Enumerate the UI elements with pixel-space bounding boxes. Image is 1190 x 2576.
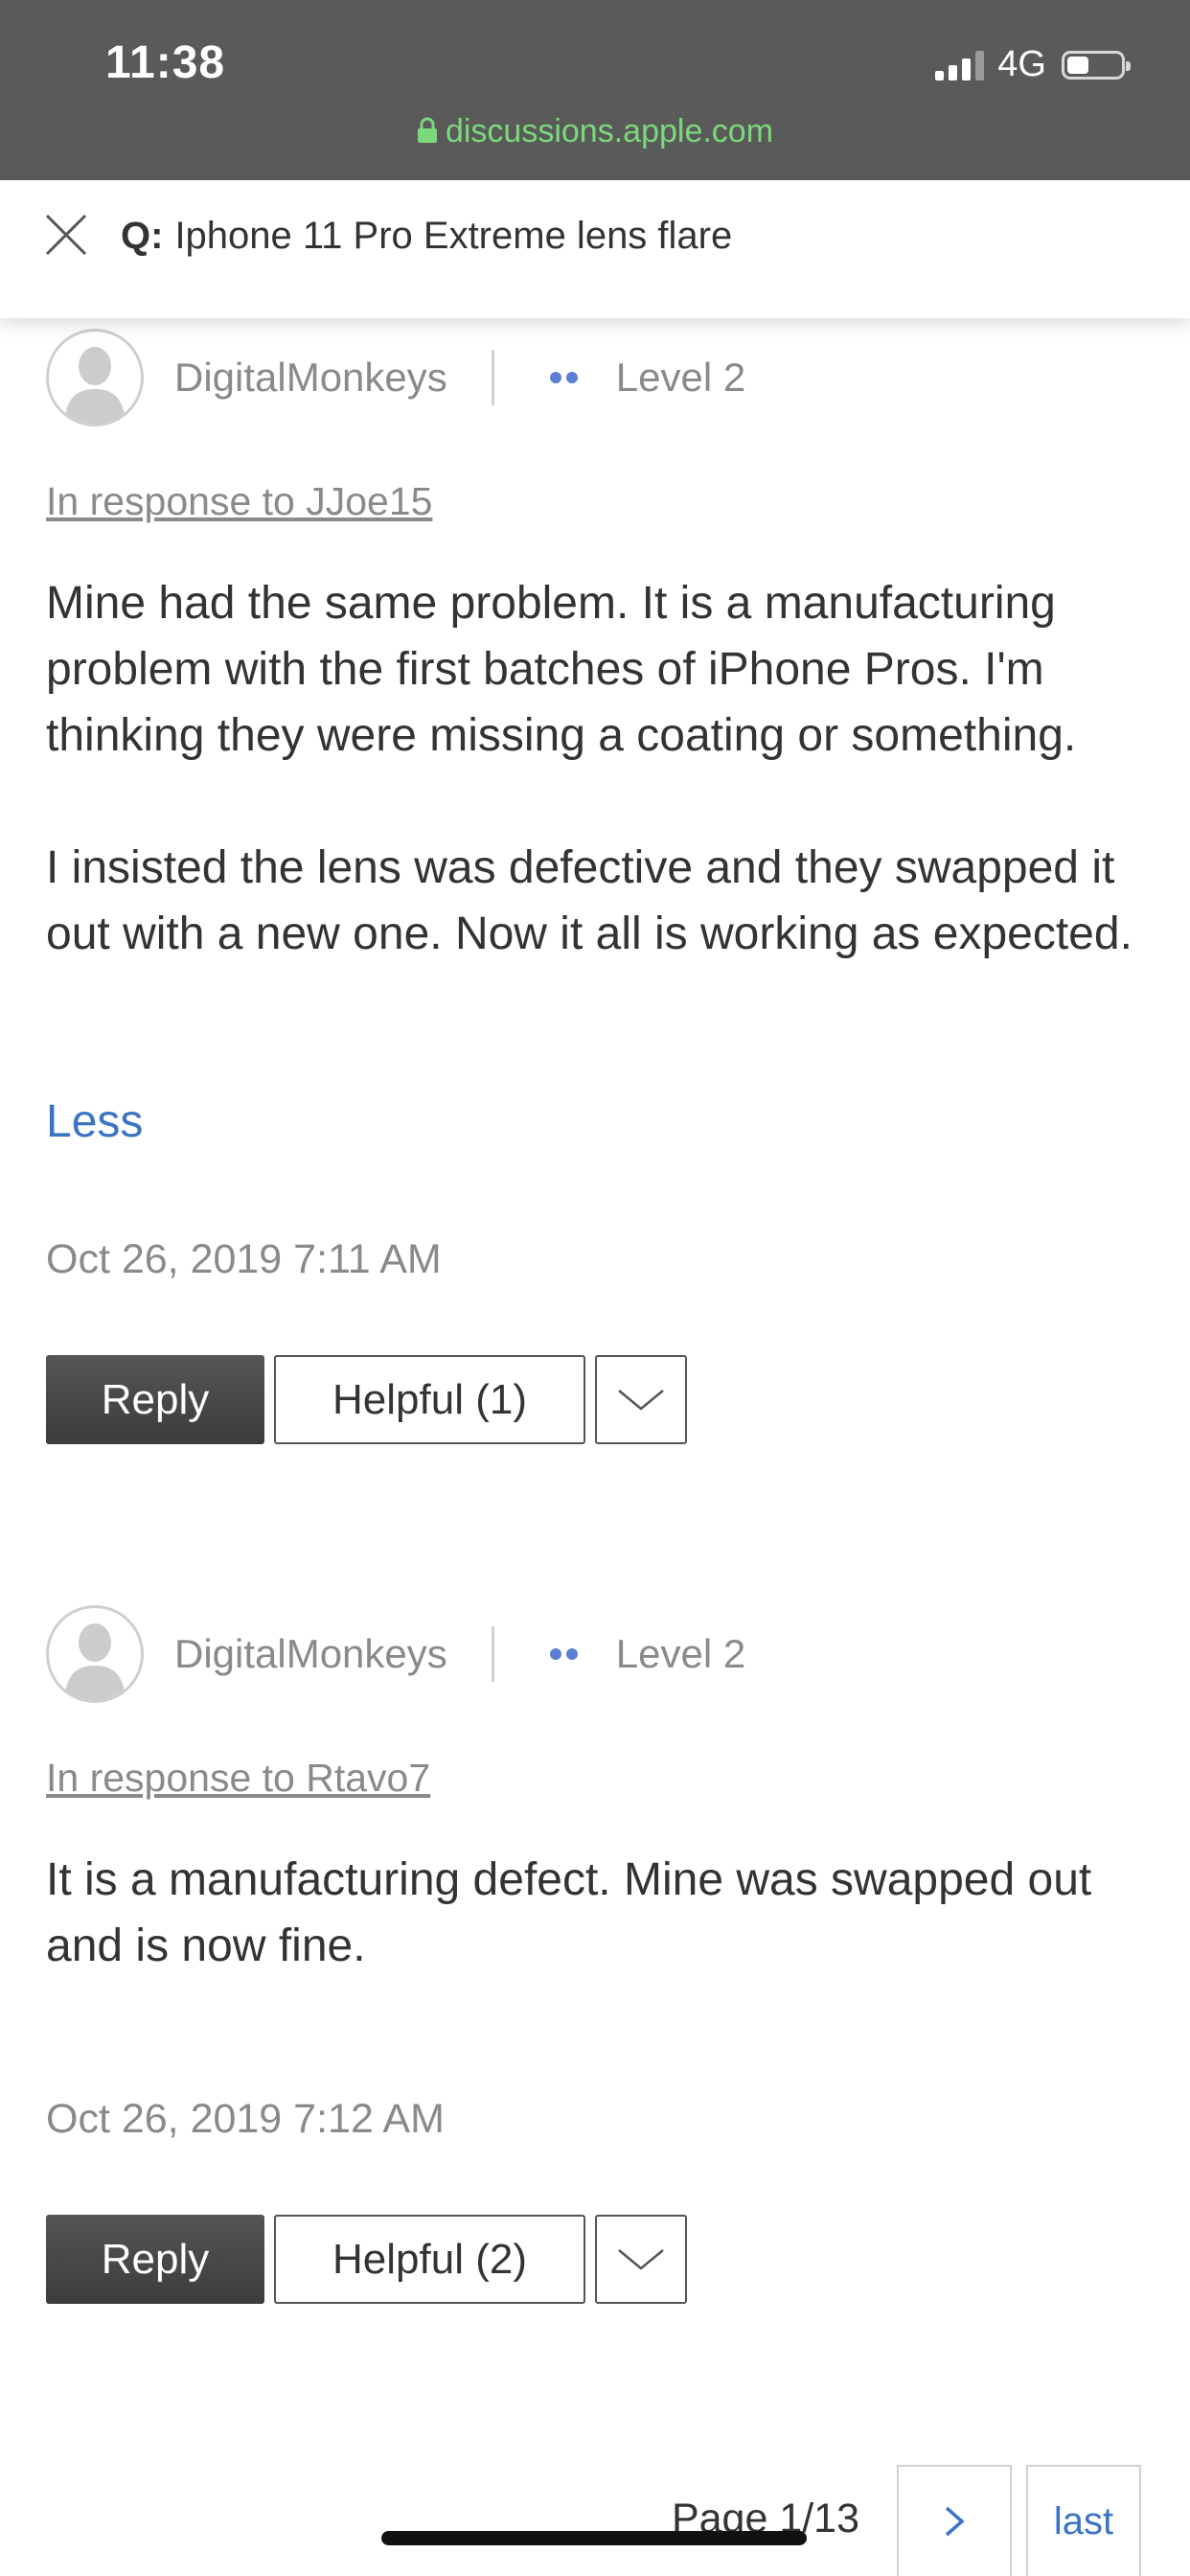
post-author-row: DigitalMonkeys Level 2 [46, 1604, 745, 1704]
chevron-right-icon [945, 2506, 965, 2537]
address-bar[interactable]: discussions.apple.com [0, 113, 1190, 150]
avatar[interactable] [46, 1605, 144, 1703]
user-level: Level 2 [615, 1631, 746, 1676]
reply-button[interactable]: Reply [46, 2215, 264, 2304]
status-time: 11:38 [105, 37, 226, 88]
level-dots-icon [549, 1648, 578, 1660]
post-paragraph: It is a manufacturing defect. Mine was s… [46, 1854, 1092, 1971]
question-title-text: Iphone 11 Pro Extreme lens flare [174, 215, 733, 257]
in-response-link[interactable]: In response to JJoe15 [46, 479, 432, 524]
post-body: Mine had the same problem. It is a manuf… [46, 570, 1157, 967]
reply-button[interactable]: Reply [46, 1355, 264, 1444]
helpful-button[interactable]: Helpful (1) [274, 1355, 585, 1444]
status-indicators: 4G [935, 44, 1131, 85]
divider [491, 1626, 494, 1682]
post-actions: Reply Helpful (2) [46, 2215, 687, 2304]
signal-icon [935, 50, 985, 80]
post-timestamp: Oct 26, 2019 7:11 AM [46, 1236, 442, 1282]
home-indicator[interactable] [381, 2531, 807, 2545]
author-name[interactable]: DigitalMonkeys [174, 355, 447, 401]
chevron-down-icon [618, 1389, 664, 1411]
user-silhouette-icon [64, 1623, 126, 1700]
post-timestamp: Oct 26, 2019 7:12 AM [46, 2096, 445, 2142]
level-dots-icon [549, 372, 578, 383]
chevron-down-icon [618, 2248, 664, 2270]
in-response-link[interactable]: In response to Rtavo7 [46, 1756, 430, 1801]
post-paragraph: Mine had the same problem. It is a manuf… [46, 578, 1077, 761]
next-page-button[interactable] [897, 2465, 1012, 2576]
post-actions: Reply Helpful (1) [46, 1355, 687, 1444]
close-icon[interactable] [44, 213, 88, 257]
status-bar: 11:38 4G discussions.apple.com [0, 0, 1190, 180]
helpful-button[interactable]: Helpful (2) [274, 2215, 585, 2304]
divider [491, 350, 494, 405]
less-link[interactable]: Less [46, 1095, 143, 1148]
network-label: 4G [997, 44, 1046, 84]
user-silhouette-icon [64, 347, 126, 424]
more-options-button[interactable] [595, 1355, 687, 1444]
last-page-button[interactable]: last [1026, 2465, 1141, 2576]
question-q-label: Q: [121, 215, 164, 257]
user-level: Level 2 [615, 355, 746, 400]
author-name[interactable]: DigitalMonkeys [174, 1631, 447, 1677]
post-body: It is a manufacturing defect. Mine was s… [46, 1847, 1157, 1979]
lock-icon [417, 117, 437, 144]
avatar[interactable] [46, 329, 144, 426]
post-author-row: DigitalMonkeys Level 2 [46, 328, 745, 427]
battery-icon [1062, 50, 1131, 80]
pagination: Page 1/13 last [0, 2465, 1190, 2576]
post-paragraph: I insisted the lens was defective and th… [46, 842, 1133, 959]
more-options-button[interactable] [595, 2215, 687, 2304]
question-title: Q: Iphone 11 Pro Extreme lens flare [121, 215, 732, 258]
url-text: discussions.apple.com [445, 113, 774, 150]
